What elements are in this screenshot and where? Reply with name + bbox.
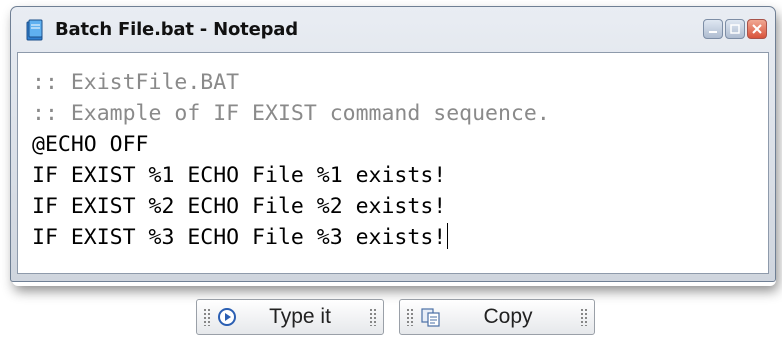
copy-button[interactable]: Copy xyxy=(399,299,595,335)
copy-icon xyxy=(421,308,440,327)
code-line-with-caret: IF EXIST %3 ECHO File %3 exists! xyxy=(32,222,768,253)
title-bar[interactable]: Batch File.bat - Notepad xyxy=(11,7,775,50)
text-caret xyxy=(447,223,449,249)
grip-handle-icon xyxy=(369,308,377,326)
code-line: @ECHO OFF xyxy=(32,132,149,157)
notepad-window: Batch File.bat - Notepad :: ExistFile.BA… xyxy=(10,6,776,282)
type-it-button[interactable]: Type it xyxy=(196,299,384,335)
grip-handle-icon xyxy=(406,308,414,326)
minimize-icon xyxy=(709,31,717,33)
close-icon xyxy=(752,24,762,34)
window-title: Batch File.bat - Notepad xyxy=(55,19,298,40)
copy-label: Copy xyxy=(483,305,533,328)
grip-handle-icon xyxy=(580,308,588,326)
play-icon xyxy=(218,308,236,326)
maximize-button[interactable] xyxy=(725,19,745,39)
type-it-label: Type it xyxy=(269,305,331,328)
code-line: :: Example of IF EXIST command sequence. xyxy=(32,101,550,126)
close-button[interactable] xyxy=(747,19,767,39)
text-editor-area[interactable]: :: ExistFile.BAT :: Example of IF EXIST … xyxy=(17,52,769,274)
code-line: IF EXIST %2 ECHO File %2 exists! xyxy=(32,194,447,219)
grip-handle-icon xyxy=(203,308,211,326)
maximize-icon xyxy=(730,24,740,34)
notepad-icon xyxy=(26,19,43,41)
code-line: :: ExistFile.BAT xyxy=(32,70,240,95)
minimize-button[interactable] xyxy=(703,19,723,39)
code-line: IF EXIST %1 ECHO File %1 exists! xyxy=(32,163,447,188)
code-line-text: IF EXIST %3 ECHO File %3 exists! xyxy=(32,225,447,250)
window-controls xyxy=(703,19,767,39)
